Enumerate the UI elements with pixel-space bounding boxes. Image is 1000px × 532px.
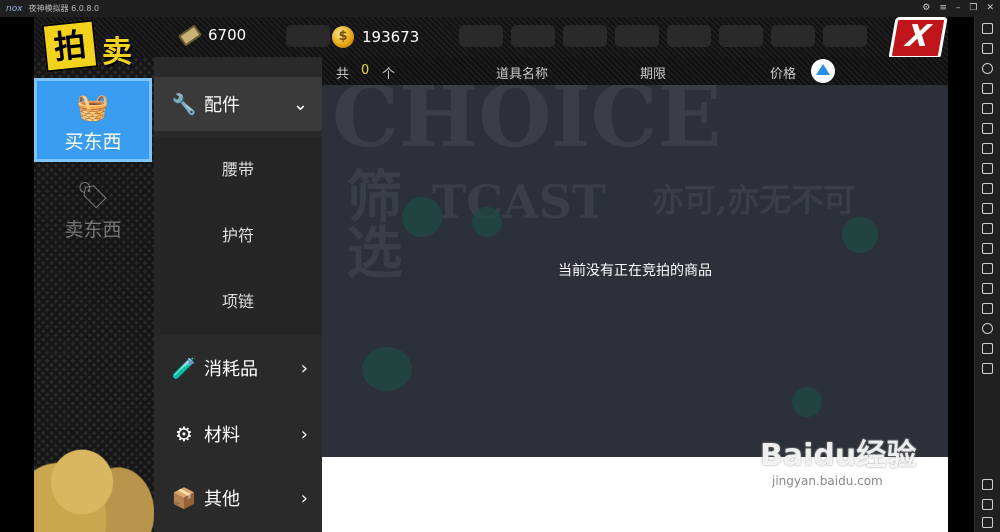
window-controls: ⚙ ≡ – ❐ ✕	[922, 1, 994, 15]
total-count: 0	[361, 63, 370, 78]
emulator-title: 夜神模拟器 6.0.8.0	[28, 4, 100, 13]
bar-slot	[511, 25, 555, 47]
chevron-down-icon: ⌄	[292, 93, 308, 115]
chevron-right-icon: ›	[300, 357, 308, 379]
location-icon[interactable]	[982, 63, 993, 74]
close-button[interactable]: X	[888, 17, 948, 59]
keyboard-icon[interactable]	[982, 43, 993, 54]
category-label: 其他	[204, 489, 240, 510]
robot-icon[interactable]	[982, 223, 993, 234]
more-icon[interactable]	[982, 283, 993, 294]
bar-slot	[459, 25, 503, 47]
ink-splash	[792, 387, 822, 417]
chevron-right-icon: ›	[300, 423, 308, 445]
total-prefix: 共	[336, 67, 350, 82]
gold-tree-decoration	[34, 407, 154, 532]
empty-listing-message: 当前没有正在竞拍的商品	[558, 263, 712, 279]
fullscreen-icon[interactable]	[982, 123, 993, 134]
screenshot-icon[interactable]	[982, 103, 993, 114]
potion-icon: 🧪	[171, 356, 197, 380]
coin-balance: $ 193673	[332, 26, 419, 48]
volume-down-icon[interactable]	[982, 163, 993, 174]
ink-splash	[402, 197, 442, 237]
coin-amount: 193673	[362, 28, 420, 46]
bg-text-motto: 亦可,亦无不可	[652, 181, 856, 219]
emulator-side-toolbar	[974, 17, 1000, 532]
ticket-balance: 6700	[178, 23, 247, 47]
back-icon[interactable]	[982, 479, 993, 490]
coin-icon: $	[332, 26, 354, 48]
multi-instance-icon[interactable]	[982, 263, 993, 274]
bg-text-tcast: TCAST	[432, 175, 606, 229]
box-icon: 📦	[171, 486, 197, 510]
category-others[interactable]: 📦 其他 ›	[154, 471, 322, 525]
restore-icon[interactable]: ❐	[969, 1, 977, 15]
buy-tab[interactable]: 🧺 买东西	[34, 78, 152, 162]
bar-slot	[719, 25, 763, 47]
folder-icon[interactable]	[982, 363, 993, 374]
price-tag-icon: 🏷	[76, 181, 110, 211]
basket-icon: 🧺	[76, 93, 110, 123]
chevron-right-icon: ›	[300, 487, 308, 509]
bar-slot	[615, 25, 659, 47]
minimize-icon[interactable]: –	[956, 1, 961, 15]
sell-tab[interactable]: 🏷 卖东西	[34, 169, 152, 253]
sort-ascending-icon[interactable]	[811, 59, 835, 83]
gear-icon: ⚙	[175, 422, 193, 446]
bar-slot	[771, 25, 815, 47]
auction-title-art: 拍 卖	[41, 19, 156, 73]
subcategory-belt[interactable]: 腰带	[154, 137, 322, 203]
category-materials[interactable]: ⚙ 材料 ›	[154, 407, 322, 461]
shirt-icon[interactable]	[982, 23, 993, 34]
bar-slot	[563, 25, 607, 47]
category-menu: 🔧 配件 ⌄ 腰带 护符 项链 🧪 消耗品 › ⚙ 材料 › 📦 其他 ›	[154, 57, 322, 532]
subcategory-amulet[interactable]: 护符	[154, 203, 322, 269]
bar-slot	[667, 25, 711, 47]
shake-icon[interactable]	[982, 183, 993, 194]
menu-icon[interactable]: ≡	[939, 1, 947, 15]
category-accessories[interactable]: 🔧 配件 ⌄	[154, 77, 322, 131]
category-label: 消耗品	[204, 359, 258, 380]
category-label: 材料	[204, 425, 240, 446]
top-resource-bar	[34, 17, 948, 57]
ink-splash	[842, 217, 878, 253]
item-listing-area: CHOICE 筛选 TCAST 亦可,亦无不可	[322, 57, 948, 457]
category-label: 配件	[204, 95, 240, 116]
column-price[interactable]: 价格	[770, 63, 796, 82]
listing-header: 共 0 个 道具名称 期限 价格	[322, 57, 948, 85]
apk-icon[interactable]	[982, 203, 993, 214]
bar-slot	[286, 25, 330, 47]
baidu-watermark: Baidu经验 jingyan.baidu.com	[760, 430, 916, 488]
title-char-2: 卖	[102, 35, 132, 70]
title-char-1: 拍	[41, 19, 99, 73]
bar-slot	[823, 25, 867, 47]
ticket-icon	[178, 23, 202, 47]
accessory-icon: 🔧	[171, 92, 197, 116]
column-term[interactable]: 期限	[640, 63, 666, 82]
resize-icon[interactable]	[982, 303, 993, 314]
subcategory-necklace[interactable]: 项链	[154, 269, 322, 335]
scissors-icon[interactable]	[982, 243, 993, 254]
emulator-logo: nox	[6, 3, 23, 14]
buy-tab-label: 买东西	[64, 131, 122, 153]
recent-apps-icon[interactable]	[982, 517, 993, 528]
printer-icon[interactable]	[982, 343, 993, 354]
settings-icon[interactable]: ⚙	[922, 1, 930, 15]
loading-icon[interactable]	[982, 323, 993, 334]
volume-up-icon[interactable]	[982, 143, 993, 154]
ink-splash	[472, 207, 502, 237]
ink-splash	[362, 347, 412, 391]
sell-tab-label: 卖东西	[64, 219, 122, 241]
emulator-titlebar: nox 夜神模拟器 6.0.8.0 ⚙ ≡ – ❐ ✕	[0, 0, 1000, 17]
category-consumables[interactable]: 🧪 消耗品 ›	[154, 341, 322, 395]
screen-icon[interactable]	[982, 83, 993, 94]
column-item-name[interactable]: 道具名称	[496, 63, 548, 82]
total-suffix: 个	[382, 67, 396, 82]
watermark-url: jingyan.baidu.com	[772, 474, 883, 488]
ticket-amount: 6700	[208, 26, 247, 44]
home-icon[interactable]	[982, 499, 993, 510]
watermark-brand: Baidu经验	[760, 438, 917, 473]
close-window-icon[interactable]: ✕	[986, 1, 994, 15]
